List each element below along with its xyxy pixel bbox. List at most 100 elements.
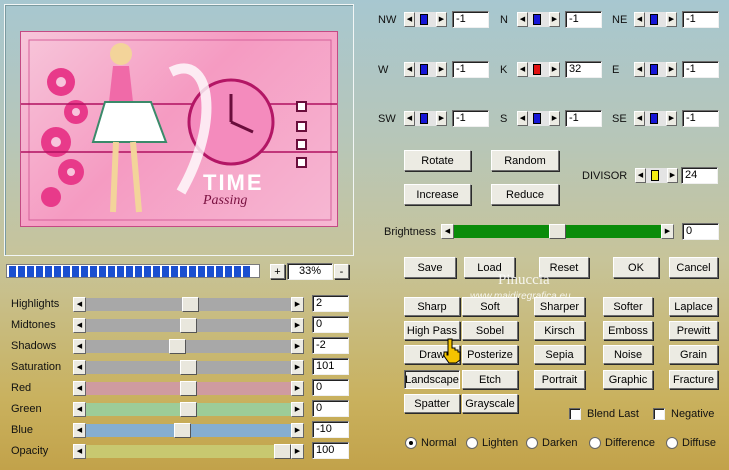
blue-decrease-icon[interactable]: ◀ [73,423,86,438]
dir-se-field[interactable]: -1 [682,110,719,127]
saturation-slider[interactable]: ◀ ▶ [73,360,304,375]
midtones-decrease-icon[interactable]: ◀ [73,318,86,333]
filter-grain-button[interactable]: Grain [669,345,718,364]
dir-se-increase-icon[interactable]: ▶ [666,111,677,126]
zoom-in-button[interactable]: + [270,264,285,279]
filter-landscape-button[interactable]: Landscape [404,370,460,389]
filter-prewitt-button[interactable]: Prewitt [669,321,718,340]
dir-w-increase-icon[interactable]: ▶ [436,62,447,77]
dir-se-thumb[interactable] [650,113,658,124]
shadows-slider[interactable]: ◀ ▶ [73,339,304,354]
highlights-slider[interactable]: ◀ ▶ [73,297,304,312]
red-increase-icon[interactable]: ▶ [291,381,304,396]
filter-graphic-button[interactable]: Graphic [603,370,653,389]
dir-sw-spinner[interactable]: ◀ ▶ [404,111,447,126]
midtones-slider[interactable]: ◀ ▶ [73,318,304,333]
divisor-field[interactable]: 24 [681,167,718,184]
reduce-button[interactable]: Reduce [491,184,559,205]
red-thumb[interactable] [180,381,197,396]
green-thumb[interactable] [180,402,197,417]
filter-fracture-button[interactable]: Fracture [669,370,718,389]
shadows-increase-icon[interactable]: ▶ [291,339,304,354]
dir-se-decrease-icon[interactable]: ◀ [634,111,645,126]
filter-etch-button[interactable]: Etch [462,370,518,389]
shadows-field[interactable]: -2 [312,337,349,354]
highlights-thumb[interactable] [182,297,199,312]
dir-ne-spinner[interactable]: ◀ ▶ [634,12,677,27]
opacity-increase-icon[interactable]: ▶ [291,444,304,459]
brightness-decrease-icon[interactable]: ◀ [441,224,454,239]
filter-softer-button[interactable]: Softer [603,297,653,316]
filter-portrait-button[interactable]: Portrait [534,370,585,389]
divisor-decrease-icon[interactable]: ◀ [635,168,646,183]
blue-field[interactable]: -10 [312,421,349,438]
dir-e-increase-icon[interactable]: ▶ [666,62,677,77]
blue-increase-icon[interactable]: ▶ [291,423,304,438]
dir-ne-decrease-icon[interactable]: ◀ [634,12,645,27]
green-slider[interactable]: ◀ ▶ [73,402,304,417]
divisor-thumb[interactable] [651,170,659,181]
filter-sobel-button[interactable]: Sobel [462,321,518,340]
dir-w-field[interactable]: -1 [452,61,489,78]
dir-k-increase-icon[interactable]: ▶ [549,62,560,77]
filter-sepia-button[interactable]: Sepia [534,345,585,364]
mode-diffuse-radio[interactable] [666,437,678,449]
dir-se-spinner[interactable]: ◀ ▶ [634,111,677,126]
brightness-thumb[interactable] [549,224,566,239]
highlights-increase-icon[interactable]: ▶ [291,297,304,312]
dir-nw-spinner[interactable]: ◀ ▶ [404,12,447,27]
increase-button[interactable]: Increase [404,184,471,205]
red-decrease-icon[interactable]: ◀ [73,381,86,396]
mode-lighten-radio[interactable] [466,437,478,449]
filter-laplace-button[interactable]: Laplace [669,297,718,316]
highlights-decrease-icon[interactable]: ◀ [73,297,86,312]
filter-sharp-button[interactable]: Sharp [404,297,460,316]
dir-s-thumb[interactable] [533,113,541,124]
dir-sw-increase-icon[interactable]: ▶ [436,111,447,126]
dir-ne-field[interactable]: -1 [682,11,719,28]
filter-emboss-button[interactable]: Emboss [603,321,653,340]
dir-n-decrease-icon[interactable]: ◀ [517,12,528,27]
saturation-decrease-icon[interactable]: ◀ [73,360,86,375]
opacity-track[interactable] [86,445,291,458]
dir-sw-decrease-icon[interactable]: ◀ [404,111,415,126]
opacity-decrease-icon[interactable]: ◀ [73,444,86,459]
dir-s-spinner[interactable]: ◀ ▶ [517,111,560,126]
highlights-field[interactable]: 2 [312,295,349,312]
brightness-field[interactable]: 0 [682,223,719,240]
filter-grayscale-button[interactable]: Grayscale [462,394,518,413]
brightness-increase-icon[interactable]: ▶ [661,224,674,239]
brightness-slider[interactable]: ◀ ▶ [441,224,674,239]
green-field[interactable]: 0 [312,400,349,417]
dir-k-decrease-icon[interactable]: ◀ [517,62,528,77]
green-increase-icon[interactable]: ▶ [291,402,304,417]
mode-darken-radio[interactable] [526,437,538,449]
cancel-button[interactable]: Cancel [669,257,718,278]
dir-ne-thumb[interactable] [650,14,658,25]
filter-spatter-button[interactable]: Spatter [404,394,460,413]
ok-button[interactable]: OK [613,257,659,278]
rotate-button[interactable]: Rotate [404,150,471,171]
opacity-slider[interactable]: ◀ ▶ [73,444,304,459]
filter-noise-button[interactable]: Noise [603,345,653,364]
midtones-field[interactable]: 0 [312,316,349,333]
negative-checkbox[interactable] [653,408,665,420]
dir-nw-increase-icon[interactable]: ▶ [436,12,447,27]
blue-thumb[interactable] [174,423,191,438]
divisor-increase-icon[interactable]: ▶ [667,168,678,183]
red-field[interactable]: 0 [312,379,349,396]
dir-e-decrease-icon[interactable]: ◀ [634,62,645,77]
dir-n-field[interactable]: -1 [565,11,602,28]
opacity-thumb[interactable] [274,444,291,459]
dir-s-decrease-icon[interactable]: ◀ [517,111,528,126]
filter-posterize-button[interactable]: Posterize [462,345,518,364]
midtones-increase-icon[interactable]: ▶ [291,318,304,333]
saturation-thumb[interactable] [180,360,197,375]
dir-e-thumb[interactable] [650,64,658,75]
red-slider[interactable]: ◀ ▶ [73,381,304,396]
dir-sw-field[interactable]: -1 [452,110,489,127]
dir-e-spinner[interactable]: ◀ ▶ [634,62,677,77]
save-button[interactable]: Save [404,257,456,278]
dir-s-field[interactable]: -1 [565,110,602,127]
dir-ne-increase-icon[interactable]: ▶ [666,12,677,27]
